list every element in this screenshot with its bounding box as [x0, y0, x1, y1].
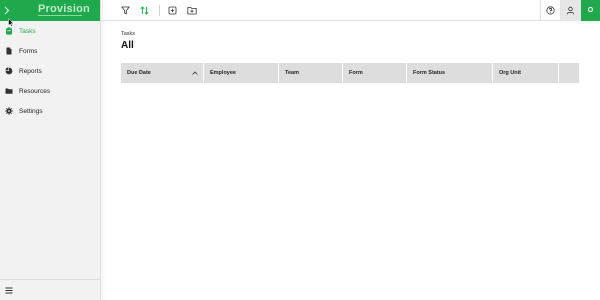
user-icon: [566, 2, 575, 20]
pie-chart-icon: [5, 67, 13, 75]
brand-logo-text[interactable]: Provision: [38, 3, 90, 15]
sidebar-item-settings[interactable]: Settings: [0, 101, 100, 121]
column-header-org-unit[interactable]: Org Unit: [493, 63, 558, 83]
mouse-pointer-icon: [8, 14, 14, 27]
document-icon: [5, 47, 13, 55]
clipboard-icon: [5, 27, 13, 35]
avatar-initial: O: [587, 7, 594, 14]
column-label: Form Status: [413, 70, 446, 76]
toolbar-right: O: [540, 0, 600, 21]
column-header-extra[interactable]: [559, 63, 579, 83]
brand-header[interactable]: Provision: [0, 0, 100, 21]
sidebar-item-label: Settings: [19, 107, 43, 115]
folder-icon: [5, 87, 13, 95]
top-toolbar: O: [101, 0, 600, 21]
page-title: All: [121, 40, 134, 51]
filter-icon[interactable]: [120, 5, 130, 15]
sidebar-item-tasks[interactable]: Tasks: [0, 21, 100, 41]
gear-icon: [5, 107, 13, 115]
app-window: Provision Tasks Forms Reports Resources …: [0, 0, 600, 300]
help-icon: [546, 2, 555, 20]
sidebar-footer: [0, 279, 100, 300]
column-header-form-status[interactable]: Form Status: [407, 63, 492, 83]
main-content: Tasks All Due Date Employee Team Form Fo…: [101, 21, 600, 300]
column-label: Form: [349, 70, 363, 76]
sidebar-item-resources[interactable]: Resources: [0, 81, 100, 101]
column-label: Employee: [210, 70, 236, 76]
sidebar: Provision Tasks Forms Reports Resources …: [0, 0, 101, 300]
sort-icon[interactable]: [139, 5, 149, 15]
help-button[interactable]: [540, 0, 560, 21]
column-header-employee[interactable]: Employee: [204, 63, 278, 83]
column-label: Org Unit: [499, 70, 521, 76]
column-header-team[interactable]: Team: [279, 63, 342, 83]
sort-ascending-icon[interactable]: [192, 70, 198, 75]
column-header-due-date[interactable]: Due Date: [121, 63, 203, 83]
column-label: Team: [285, 70, 299, 76]
sidebar-item-forms[interactable]: Forms: [0, 41, 100, 61]
toolbar-divider: [159, 5, 160, 16]
brand-underline: [38, 15, 82, 16]
breadcrumb[interactable]: Tasks: [121, 31, 135, 37]
table-header: Due Date Employee Team Form Form Status …: [121, 63, 580, 83]
sidebar-nav: Tasks Forms Reports Resources Settings: [0, 21, 100, 121]
sidebar-item-label: Reports: [19, 67, 42, 75]
hamburger-menu-icon[interactable]: [5, 281, 13, 299]
column-header-form[interactable]: Form: [343, 63, 406, 83]
sidebar-item-label: Resources: [19, 87, 51, 95]
column-label: Due Date: [127, 70, 151, 76]
user-button[interactable]: [560, 0, 580, 21]
sidebar-item-label: Forms: [19, 47, 38, 55]
sidebar-item-reports[interactable]: Reports: [0, 61, 100, 81]
add-folder-icon[interactable]: [187, 5, 197, 15]
sidebar-item-label: Tasks: [19, 27, 36, 35]
avatar-button[interactable]: O: [580, 0, 600, 21]
add-item-icon[interactable]: [167, 5, 177, 15]
